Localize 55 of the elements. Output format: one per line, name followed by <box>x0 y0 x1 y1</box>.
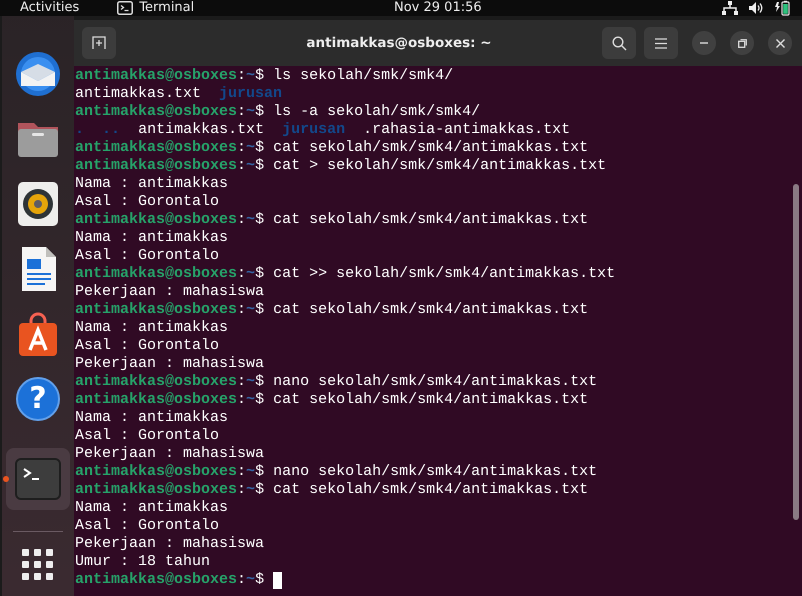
terminal-line: Nama : antimakkas <box>75 409 228 427</box>
window-title: antimakkas@osboxes: ~ <box>305 35 493 51</box>
terminal-line: Nama : antimakkas <box>75 175 228 193</box>
terminal-line: Asal : Gorontalo <box>75 517 220 535</box>
app-grid-icon[interactable] <box>22 549 54 581</box>
terminal-line: Nama : antimakkas <box>75 499 228 517</box>
terminal-line: antimakkas.txt jurusan <box>75 85 282 103</box>
terminal-line: antimakkas@osboxes:~$ cat > sekolah/smk/smk4/antimakkas.txt <box>75 157 606 175</box>
new-tab-button[interactable] <box>82 27 116 59</box>
terminal-line: Asal : Gorontalo <box>75 193 220 211</box>
minimize-button[interactable] <box>692 31 716 55</box>
volume-icon[interactable] <box>748 1 764 15</box>
terminal-line: Nama : antimakkas <box>75 319 228 337</box>
terminal-line: Umur : 18 tahun <box>75 553 210 571</box>
terminal-line: antimakkas@osboxes:~$ nano sekolah/smk/smk4/antimakkas.txt <box>75 373 598 391</box>
terminal-line: Pekerjaan : mahasiswa <box>75 355 264 373</box>
help-icon[interactable]: ? <box>16 377 60 421</box>
terminal-line: . .. antimakkas.txt jurusan .rahasia-antimakkas.txt <box>75 121 570 139</box>
terminal-app-icon[interactable] <box>14 457 62 501</box>
terminal-line: Nama : antimakkas <box>75 229 228 247</box>
terminal-line: Asal : Gorontalo <box>75 337 220 355</box>
terminal-line: antimakkas@osboxes:~$ nano sekolah/smk/smk4/antimakkas.txt <box>75 463 598 481</box>
terminal-line: Asal : Gorontalo <box>75 247 220 265</box>
minimize-icon <box>700 42 708 44</box>
terminal-line: antimakkas@osboxes:~$ ls sekolah/smk/smk4/ <box>75 67 454 85</box>
terminal-line: antimakkas@osboxes:~$ cat >> sekolah/smk/smk4/antimakkas.txt <box>75 265 616 283</box>
close-button[interactable] <box>768 31 792 55</box>
app-menu[interactable]: Terminal <box>139 1 194 15</box>
terminal-line: antimakkas@osboxes:~$ ls -a sekolah/smk/smk4/ <box>75 103 480 121</box>
clock[interactable]: Nov 29 01:56 <box>394 1 482 15</box>
restore-button[interactable] <box>730 31 754 55</box>
terminal-line: Asal : Gorontalo <box>75 427 220 445</box>
running-indicator <box>3 476 9 482</box>
terminal-line: antimakkas@osboxes:~$ cat sekolah/smk/smk4/antimakkas.txt <box>75 211 588 229</box>
menu-button[interactable] <box>644 27 678 59</box>
terminal-line: Pekerjaan : mahasiswa <box>75 445 264 463</box>
terminal-line: Pekerjaan : mahasiswa <box>75 283 264 301</box>
search-icon <box>612 36 626 50</box>
terminal-line: antimakkas@osboxes:~$ cat sekolah/smk/smk4/antimakkas.txt <box>75 139 588 157</box>
terminal-icon <box>117 1 134 15</box>
close-icon <box>776 38 784 48</box>
menu-icon <box>655 38 667 48</box>
terminal-line: antimakkas@osboxes:~$ <box>75 571 266 589</box>
terminal-line: antimakkas@osboxes:~$ cat sekolah/smk/smk4/antimakkas.txt <box>75 301 588 319</box>
search-button[interactable] <box>602 27 636 59</box>
mail-app-icon[interactable] <box>14 50 62 98</box>
terminal-line: Pekerjaan : mahasiswa <box>75 535 264 553</box>
battery-icon[interactable] <box>774 0 790 16</box>
new-tab-icon <box>92 36 106 50</box>
activities-button[interactable]: Activities <box>20 1 80 15</box>
restore-icon <box>738 38 746 48</box>
network-icon[interactable] <box>722 1 738 15</box>
terminal-line: antimakkas@osboxes:~$ cat sekolah/smk/smk4/antimakkas.txt <box>75 391 588 409</box>
scrollbar[interactable] <box>793 184 799 520</box>
terminal-line: antimakkas@osboxes:~$ cat sekolah/smk/smk4/antimakkas.txt <box>75 481 588 499</box>
